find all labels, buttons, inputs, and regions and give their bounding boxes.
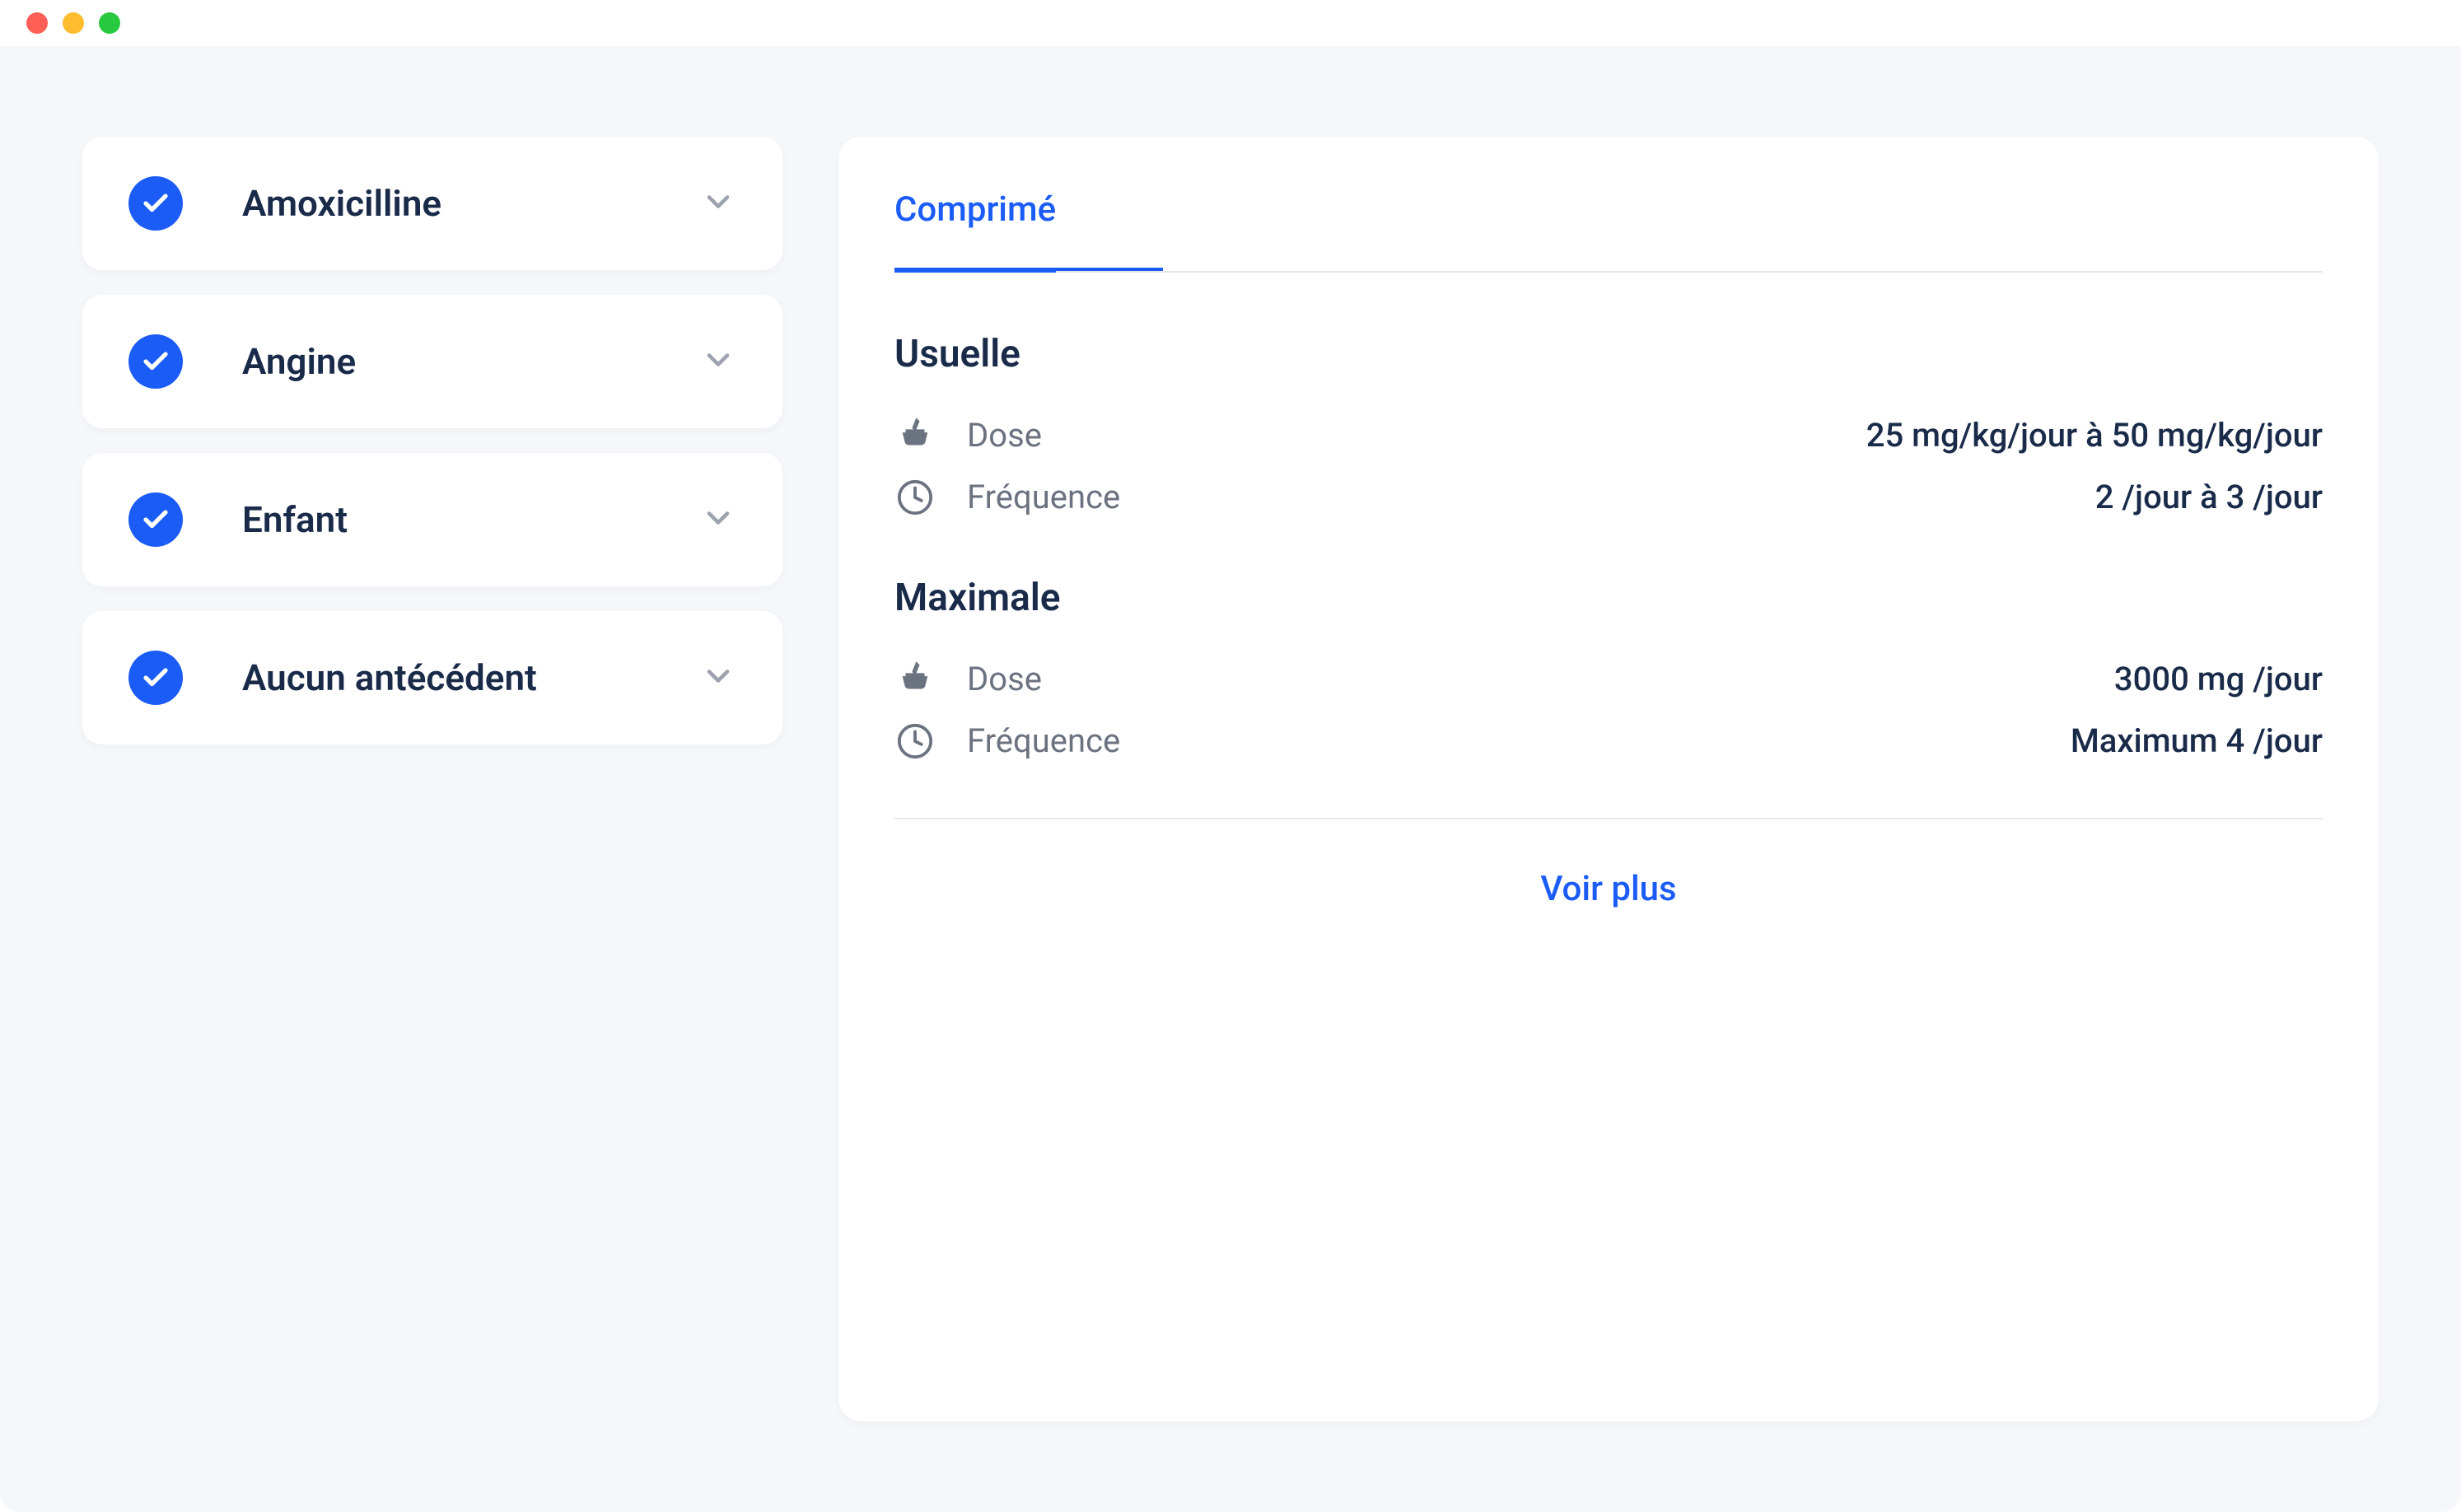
- maximum-dosage-section: Maximale Dose 3000 mg /jour: [894, 576, 2323, 760]
- clock-icon: [894, 478, 936, 516]
- titlebar: [0, 0, 2461, 46]
- check-icon: [128, 176, 183, 231]
- filter-label: Amoxicilline: [242, 182, 641, 225]
- see-more-container: Voir plus: [894, 819, 2323, 909]
- check-icon: [128, 334, 183, 389]
- app-window: Amoxicilline Angine Enfant: [0, 0, 2461, 1512]
- frequency-row: Fréquence 2 /jour à 3 /jour: [894, 478, 2323, 516]
- filter-card-medication[interactable]: Amoxicilline: [82, 137, 782, 270]
- filter-card-history[interactable]: Aucun antécédent: [82, 611, 782, 744]
- chevron-down-icon: [700, 500, 736, 539]
- frequency-label: Fréquence: [967, 478, 1120, 516]
- dose-row: Dose 3000 mg /jour: [894, 660, 2323, 698]
- filter-label: Enfant: [242, 498, 641, 541]
- content-area: Amoxicilline Angine Enfant: [0, 46, 2461, 1512]
- maximize-window-button[interactable]: [99, 12, 120, 34]
- filter-label: Angine: [242, 340, 641, 383]
- frequency-row: Fréquence Maximum 4 /jour: [894, 721, 2323, 760]
- tab-row: Comprimé: [894, 137, 2323, 273]
- mortar-icon: [894, 417, 936, 455]
- dose-value: 25 mg/kg/jour à 50 mg/kg/jour: [1866, 416, 2323, 455]
- dosage-panel: Comprimé Usuelle Dose 25 mg/kg/jour à 50…: [838, 137, 2379, 1421]
- dose-label: Dose: [967, 660, 1042, 698]
- traffic-lights: [26, 12, 120, 34]
- filter-label: Aucun antécédent: [242, 656, 641, 699]
- tab-comprime[interactable]: Comprimé: [894, 189, 1056, 273]
- dose-value: 3000 mg /jour: [2114, 660, 2323, 698]
- usual-dosage-section: Usuelle Dose 25 mg/kg/jour à 50 mg/kg/jo…: [894, 332, 2323, 516]
- frequency-label: Fréquence: [967, 721, 1120, 760]
- filter-card-condition[interactable]: Angine: [82, 295, 782, 428]
- minimize-window-button[interactable]: [63, 12, 84, 34]
- chevron-down-icon: [700, 184, 736, 223]
- frequency-value: Maximum 4 /jour: [2071, 721, 2323, 760]
- dose-row: Dose 25 mg/kg/jour à 50 mg/kg/jour: [894, 416, 2323, 455]
- filter-sidebar: Amoxicilline Angine Enfant: [82, 137, 782, 1421]
- check-icon: [128, 651, 183, 705]
- chevron-down-icon: [700, 342, 736, 381]
- check-icon: [128, 492, 183, 547]
- filter-card-patient-type[interactable]: Enfant: [82, 453, 782, 586]
- section-title: Maximale: [894, 576, 2323, 620]
- close-window-button[interactable]: [26, 12, 48, 34]
- see-more-link[interactable]: Voir plus: [1540, 869, 1676, 909]
- section-title: Usuelle: [894, 332, 2323, 376]
- clock-icon: [894, 722, 936, 760]
- dose-label: Dose: [967, 416, 1042, 455]
- frequency-value: 2 /jour à 3 /jour: [2095, 478, 2323, 516]
- chevron-down-icon: [700, 658, 736, 698]
- mortar-icon: [894, 660, 936, 698]
